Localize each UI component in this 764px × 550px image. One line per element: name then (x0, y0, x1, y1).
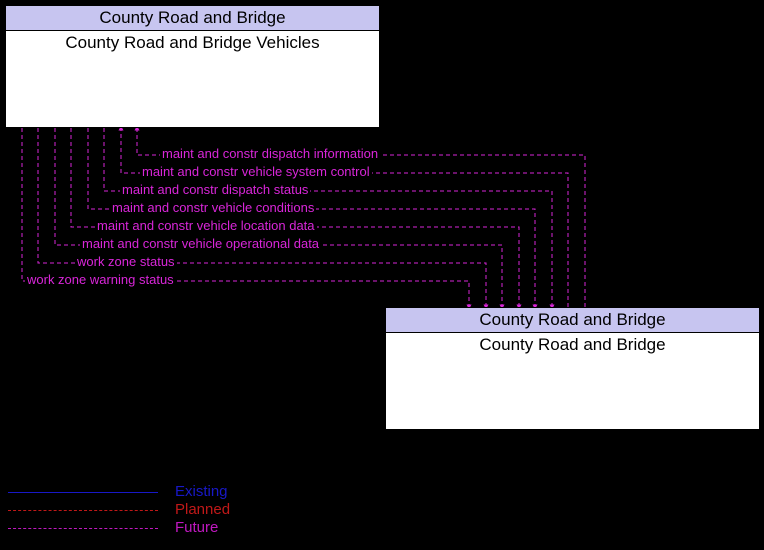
flow-label-4: maint and constr vehicle conditions (110, 201, 316, 215)
entity-top-header: County Road and Bridge (6, 6, 379, 31)
flow-label-8: work zone warning status (25, 273, 176, 287)
legend-line-future (8, 528, 158, 529)
diagram-canvas: County Road and Bridge County Road and B… (0, 0, 764, 550)
legend-line-planned (8, 510, 158, 511)
flow-label-7: work zone status (75, 255, 177, 269)
entity-bottom-body: County Road and Bridge (386, 333, 759, 357)
flow-label-5: maint and constr vehicle location data (95, 219, 317, 233)
legend-label-planned: Planned (175, 501, 230, 518)
flow-label-3: maint and constr dispatch status (120, 183, 310, 197)
legend-label-future: Future (175, 519, 218, 536)
legend-line-existing (8, 492, 158, 493)
entity-bottom: County Road and Bridge County Road and B… (385, 307, 760, 430)
entity-bottom-header: County Road and Bridge (386, 308, 759, 333)
flow-label-2: maint and constr vehicle system control (140, 165, 372, 179)
legend-label-existing: Existing (175, 483, 228, 500)
entity-top-body: County Road and Bridge Vehicles (6, 31, 379, 55)
flow-label-6: maint and constr vehicle operational dat… (80, 237, 321, 251)
flow-label-1: maint and constr dispatch information (160, 147, 380, 161)
entity-top: County Road and Bridge County Road and B… (5, 5, 380, 128)
